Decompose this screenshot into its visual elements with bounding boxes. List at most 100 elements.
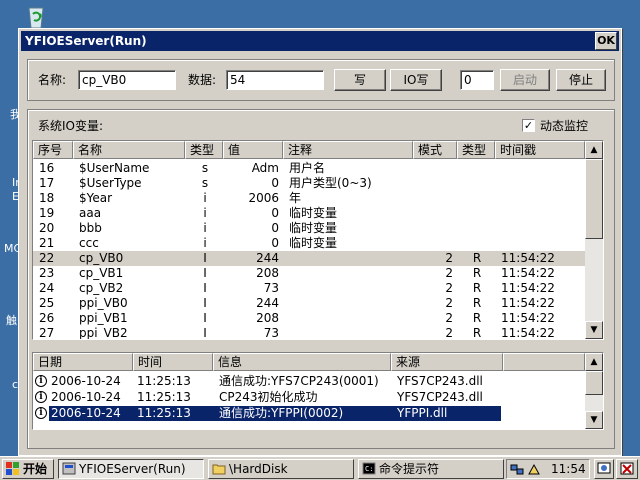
table-cell: 23 bbox=[39, 266, 55, 280]
table-cell: 25 bbox=[39, 296, 55, 310]
table-header-0[interactable]: 序号 bbox=[33, 141, 73, 159]
table-header-2[interactable]: 类型 bbox=[185, 141, 223, 159]
table-header-1[interactable]: 名称 bbox=[73, 141, 185, 159]
write-button[interactable]: 写 bbox=[334, 69, 386, 91]
ok-button[interactable]: OK bbox=[595, 32, 617, 50]
table-cell: i bbox=[203, 206, 207, 220]
table-cell: 24 bbox=[39, 281, 55, 295]
io-variable-table[interactable]: 序号 名称 类型值注释 模式 类型 时间戳 16 $UserName s Adm 用户名 17 $Use… bbox=[32, 140, 604, 340]
table-cell: aaa bbox=[79, 206, 102, 220]
table-cell bbox=[501, 206, 581, 221]
table-cell: 0 bbox=[271, 236, 279, 250]
table-cell: 20 bbox=[39, 221, 55, 235]
device-icon[interactable] bbox=[527, 463, 541, 476]
table-cell: I bbox=[203, 266, 207, 280]
table-cell: 208 bbox=[256, 311, 279, 325]
log-header-1[interactable]: 时间 bbox=[133, 353, 213, 371]
app-icon bbox=[62, 462, 76, 475]
taskbar: 开始 YFIOEServer(Run) \HardDisk C: 命令提示符 1… bbox=[0, 456, 640, 480]
table-cell bbox=[463, 191, 491, 206]
vertical-scrollbar[interactable]: ▲ ▼ bbox=[585, 141, 603, 339]
task-harddisk[interactable]: \HardDisk bbox=[208, 459, 354, 479]
log-cell: 2006-10-24 bbox=[51, 374, 121, 388]
name-label: 名称: bbox=[38, 73, 67, 87]
log-cell: 11:25:13 bbox=[137, 374, 191, 388]
table-cell: 11:54:22 bbox=[501, 281, 555, 295]
log-cell: YFS7CP243.dll bbox=[397, 374, 483, 388]
table-cell: 21 bbox=[39, 236, 55, 250]
name-field[interactable]: cp_VB0 bbox=[78, 70, 176, 90]
table-header-5[interactable]: 模式 bbox=[413, 141, 457, 159]
monitor-checkbox[interactable]: ✓ bbox=[522, 119, 535, 132]
table-cell bbox=[501, 176, 581, 191]
table-cell: 2 bbox=[445, 266, 453, 280]
scroll-down-button[interactable]: ▼ bbox=[585, 321, 603, 339]
vertical-scrollbar[interactable]: ▲ ▼ bbox=[585, 353, 603, 429]
info-icon: i bbox=[35, 391, 47, 403]
system-tray: 11:54 bbox=[506, 459, 590, 479]
log-table[interactable]: 日期 时间 信息 来源 i 2006-10-24 11:25:13 通信成功:YFS7CP24… bbox=[32, 352, 604, 430]
table-cell: 18 bbox=[39, 191, 55, 205]
table-cell: ppi_VB0 bbox=[79, 296, 128, 310]
task-server[interactable]: YFIOEServer(Run) bbox=[58, 459, 204, 479]
table-cell: 11:54:22 bbox=[501, 296, 555, 310]
table-cell: R bbox=[472, 251, 482, 265]
table-header-4[interactable]: 注释 bbox=[283, 141, 413, 159]
scroll-up-button[interactable]: ▲ bbox=[585, 353, 603, 371]
taskbar-close-button[interactable] bbox=[616, 459, 638, 479]
table-cell: I bbox=[203, 296, 207, 310]
table-cell: 临时变量 bbox=[289, 236, 338, 250]
table-cell: 2 bbox=[445, 326, 453, 340]
task-command-prompt[interactable]: C: 命令提示符 bbox=[358, 459, 504, 479]
info-icon: i bbox=[35, 375, 47, 387]
table-header-7[interactable]: 时间戳 bbox=[495, 141, 585, 159]
data-field[interactable]: 54 bbox=[226, 70, 324, 90]
table-cell: 11:54:22 bbox=[501, 326, 555, 340]
recycle-bin-icon[interactable] bbox=[22, 2, 50, 30]
scroll-up-button[interactable]: ▲ bbox=[585, 141, 603, 159]
table-cell: cp_VB1 bbox=[79, 266, 124, 280]
table-cell: I bbox=[203, 326, 207, 340]
start-button[interactable]: 启动 bbox=[500, 69, 550, 91]
scroll-thumb[interactable] bbox=[585, 371, 603, 395]
window-titlebar[interactable]: YFIOEServer(Run) OK bbox=[21, 31, 619, 51]
table-cell: 11:54:22 bbox=[501, 251, 555, 265]
table-cell: ppi_VB1 bbox=[79, 311, 128, 325]
table-cell bbox=[419, 221, 453, 236]
table-cell: I bbox=[203, 311, 207, 325]
command-prompt-icon: C: bbox=[362, 462, 376, 475]
info-icon: i bbox=[35, 407, 47, 419]
log-header-0[interactable]: 日期 bbox=[33, 353, 133, 371]
log-header-3[interactable]: 来源 bbox=[391, 353, 503, 371]
scroll-down-button[interactable]: ▼ bbox=[585, 411, 603, 429]
network-icon[interactable] bbox=[510, 463, 524, 476]
table-header-3[interactable]: 值 bbox=[223, 141, 283, 159]
desktop-toggle-button[interactable] bbox=[594, 459, 614, 479]
table-cell: 208 bbox=[256, 266, 279, 280]
stop-button[interactable]: 停止 bbox=[556, 69, 606, 91]
table-cell: 年 bbox=[289, 191, 302, 205]
table-cell: 244 bbox=[256, 251, 279, 265]
scroll-thumb[interactable] bbox=[585, 159, 603, 239]
task-label: \HardDisk bbox=[229, 462, 288, 476]
start-menu-button[interactable]: 开始 bbox=[2, 459, 54, 479]
clock: 11:54 bbox=[551, 462, 586, 476]
table-cell: $Year bbox=[79, 191, 113, 205]
table-cell: 11:54:22 bbox=[501, 311, 555, 325]
windows-logo-icon bbox=[6, 462, 19, 475]
window-title: YFIOEServer(Run) bbox=[25, 34, 147, 48]
table-cell: cp_VB0 bbox=[79, 251, 124, 265]
log-header-4[interactable] bbox=[503, 353, 585, 371]
start-label: 开始 bbox=[23, 462, 48, 476]
table-cell: R bbox=[472, 281, 482, 295]
table-header-6[interactable]: 类型 bbox=[457, 141, 495, 159]
io-write-button[interactable]: IO写 bbox=[390, 69, 442, 91]
table-cell bbox=[463, 206, 491, 221]
table-cell: s bbox=[201, 161, 209, 175]
table-cell: 244 bbox=[256, 296, 279, 310]
counter-field[interactable]: 0 bbox=[460, 70, 494, 90]
table-cell: cp_VB2 bbox=[79, 281, 124, 295]
log-cell: 通信成功:YFPPI(0002) bbox=[219, 406, 344, 420]
log-header-2[interactable]: 信息 bbox=[213, 353, 391, 371]
folder-icon bbox=[212, 464, 226, 475]
